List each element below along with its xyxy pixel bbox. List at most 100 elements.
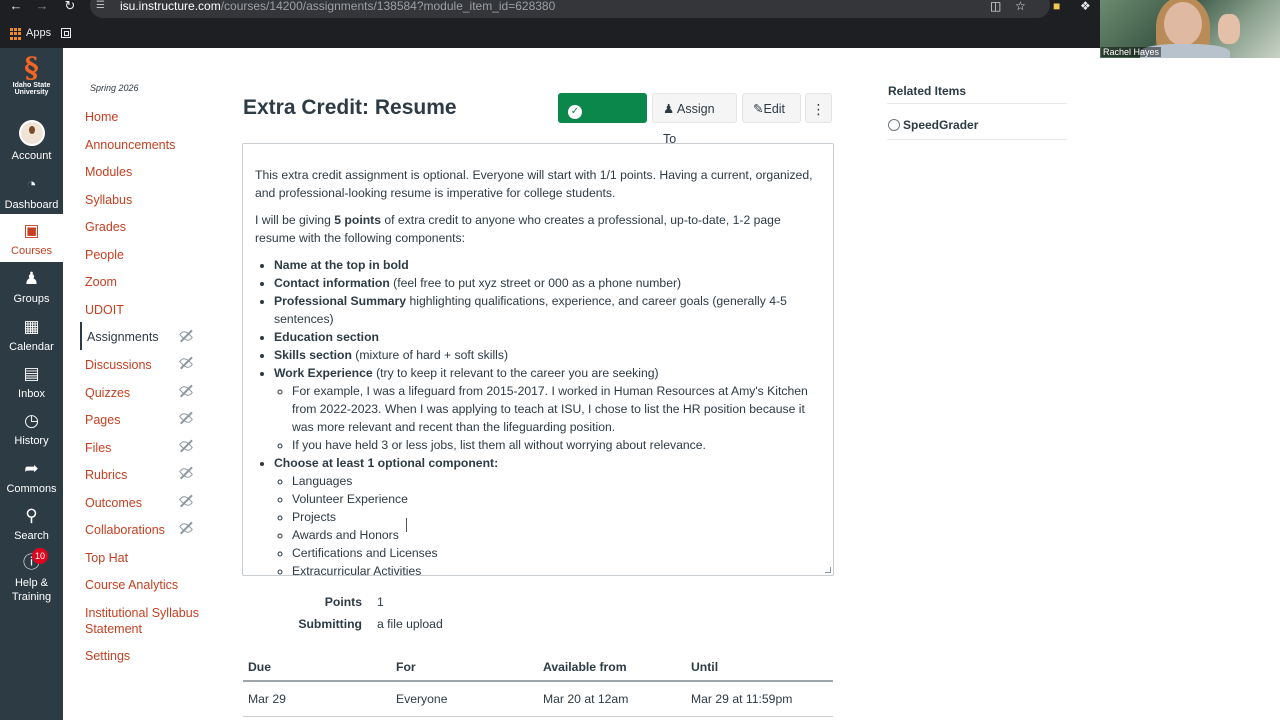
- related-items-heading: Related Items: [888, 84, 967, 98]
- list-item: For example, I was a lifeguard from 2015…: [292, 382, 821, 436]
- course-nav-people[interactable]: People: [85, 247, 205, 263]
- list-item: Certifications and Licenses: [292, 544, 821, 562]
- global-nav-commons[interactable]: ➦ Commons: [0, 458, 63, 496]
- list-item-bold: Contact information: [274, 276, 390, 290]
- apps-bookmark[interactable]: Apps: [26, 27, 51, 39]
- bookmarks-bar-background: [180, 24, 1080, 46]
- webcam-person-face: [1164, 2, 1202, 46]
- course-nav-modules[interactable]: Modules: [85, 164, 205, 180]
- global-nav-account[interactable]: Account: [0, 120, 63, 163]
- apps-grid-icon[interactable]: [10, 28, 22, 40]
- global-nav-courses[interactable]: ▣ Courses: [0, 214, 63, 262]
- forward-arrow-icon[interactable]: →: [32, 0, 52, 14]
- list-item: Contact information (feel free to put xy…: [274, 274, 821, 292]
- submitting-value: a file upload: [377, 617, 443, 631]
- global-nav-label: Help & Training: [11, 577, 52, 603]
- assign-to-button[interactable]: ♟ Assign To: [652, 93, 737, 146]
- submitting-label: Submitting: [298, 617, 362, 631]
- global-nav-search[interactable]: ⚲ Search: [0, 505, 63, 543]
- list-item: Volunteer Experience: [292, 490, 821, 508]
- reload-icon[interactable]: ↻: [60, 0, 80, 14]
- tab-grid-icon[interactable]: [61, 28, 71, 38]
- assign-person-icon: ♟: [663, 102, 675, 116]
- course-nav-zoom[interactable]: Zoom: [85, 274, 205, 290]
- back-arrow-icon[interactable]: ←: [6, 0, 26, 14]
- logo-mark-icon: §: [24, 51, 39, 84]
- work-experience-sublist: For example, I was a lifeguard from 2015…: [274, 382, 821, 454]
- list-item-text: (try to keep it relevant to the career y…: [372, 366, 659, 380]
- more-options-button[interactable]: ⋮: [805, 93, 832, 123]
- extension-icon[interactable]: ❖: [1080, 0, 1091, 12]
- table-header-available-from: Available from: [543, 660, 627, 674]
- global-nav-label: Inbox: [18, 388, 45, 400]
- course-term: Spring 2026: [90, 83, 139, 93]
- webcam-person-hand: [1218, 14, 1240, 44]
- assignment-title: Extra Credit: Resume: [243, 96, 457, 119]
- table-header-until: Until: [691, 660, 719, 674]
- course-nav-announcements[interactable]: Announcements: [85, 137, 205, 153]
- list-item: Professional Summary highlighting qualif…: [274, 292, 821, 328]
- course-nav-course-analytics[interactable]: Course Analytics: [85, 577, 205, 593]
- list-item-bold: Work Experience: [274, 366, 373, 380]
- course-nav-udoit[interactable]: UDOIT: [85, 302, 205, 318]
- course-nav-home[interactable]: Home: [85, 109, 205, 125]
- global-nav-label: Calendar: [9, 341, 54, 353]
- list-item: Choose at least 1 optional component: La…: [274, 454, 821, 580]
- global-nav-label: Search: [14, 530, 49, 542]
- list-item: Awards and Honors: [292, 526, 821, 544]
- list-item-bold: Choose at least 1 optional component:: [274, 456, 499, 470]
- speedgrader-label: SpeedGrader: [903, 118, 979, 132]
- commons-arrow-icon: ➦: [24, 459, 39, 478]
- global-nav-calendar[interactable]: ▦ Calendar: [0, 316, 63, 354]
- url-path: /courses/14200/assignments/138584?module…: [220, 0, 556, 13]
- site-settings-icon[interactable]: ☰: [96, 1, 105, 11]
- course-nav-institutional-syllabus-statement[interactable]: Institutional Syllabus Statement: [85, 605, 205, 637]
- course-nav-top-hat[interactable]: Top Hat: [85, 550, 205, 566]
- course-nav-syllabus[interactable]: Syllabus: [85, 192, 205, 208]
- global-nav-label: Groups: [13, 293, 50, 305]
- account-avatar: [18, 120, 45, 146]
- course-nav-grades[interactable]: Grades: [85, 219, 205, 235]
- table-cell-due: Mar 29: [248, 692, 286, 706]
- list-item: Work Experience (try to keep it relevant…: [274, 364, 821, 454]
- url-host: isu.instructure.com: [120, 0, 221, 13]
- components-list: Name at the top in bold Contact informat…: [255, 256, 821, 580]
- list-item-bold: Name at the top in bold: [274, 258, 409, 272]
- address-bar[interactable]: isu.instructure.com/courses/14200/assign…: [90, 0, 1050, 18]
- list-item-text: (mixture of hard + soft skills): [351, 348, 509, 362]
- points-value: 1: [377, 595, 384, 609]
- table-cell-for: Everyone: [396, 692, 448, 706]
- inbox-tray-icon: ▤: [23, 364, 40, 383]
- speedgrader-link[interactable]: SpeedGrader: [888, 118, 978, 132]
- course-nav-settings[interactable]: Settings: [85, 648, 205, 664]
- browser-chrome: ← → ↻ isu.instructure.com/courses/14200/…: [0, 0, 1280, 48]
- global-nav-help[interactable]: ⓘ 10 Help & Training: [0, 548, 63, 604]
- resize-handle-icon[interactable]: [825, 567, 831, 573]
- published-button[interactable]: ✓Published: [558, 93, 647, 145]
- global-navigation: § Idaho State University Account ◔ Dashb…: [0, 48, 63, 720]
- global-nav-groups[interactable]: ♟ Groups: [0, 268, 63, 306]
- global-nav-history[interactable]: ◷ History: [0, 410, 63, 448]
- search-magnifier-icon: ⚲: [25, 506, 38, 525]
- list-item: Skills section (mixture of hard + soft s…: [274, 346, 821, 364]
- webcam-overlay: Rachel Hayes: [1100, 0, 1280, 58]
- folder-icon[interactable]: ■: [1053, 0, 1060, 12]
- star-icon[interactable]: ☆: [1015, 0, 1026, 12]
- edit-button[interactable]: ✎Edit: [742, 93, 801, 123]
- list-item: Extracurricular Activities: [292, 562, 821, 580]
- optional-components-sublist: Languages Volunteer Experience Projects …: [274, 472, 821, 580]
- global-nav-inbox[interactable]: ▤ Inbox: [0, 363, 63, 401]
- related-items-divider: [887, 103, 1067, 104]
- webcam-name: Rachel Hayes: [1101, 47, 1162, 57]
- list-item: Projects: [292, 508, 821, 526]
- course-navigation: Spring 2026 Home Announcements Modules S…: [63, 48, 213, 720]
- table-row-divider: [243, 716, 833, 717]
- list-item-text: (feel free to put xyz street or 000 as a…: [389, 276, 682, 290]
- global-nav-dashboard[interactable]: ◔ Dashboard: [0, 174, 63, 212]
- cast-icon[interactable]: ◫: [990, 0, 1001, 12]
- history-clock-icon: ◷: [24, 411, 39, 430]
- table-header-divider: [243, 680, 833, 682]
- global-nav-label: History: [14, 435, 49, 447]
- global-nav-label: Courses: [11, 245, 52, 257]
- university-logo[interactable]: § Idaho State University: [4, 54, 59, 112]
